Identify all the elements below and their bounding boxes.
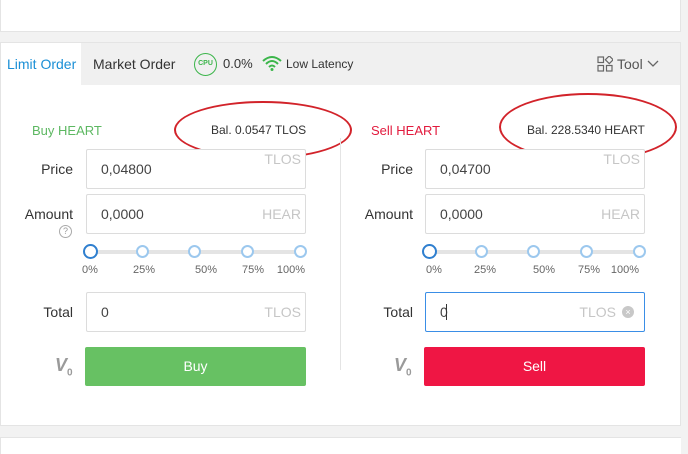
- buy-slider-mark-50[interactable]: [188, 245, 201, 258]
- sell-total-label: Total: [383, 304, 413, 320]
- vip-badge-letter: V: [55, 355, 68, 375]
- buy-amount-input[interactable]: 0,0000 HEAR: [86, 194, 306, 234]
- bottom-card: [0, 437, 681, 454]
- order-panel: Limit Order Market Order CPU 0.0% Low La…: [0, 42, 681, 426]
- cpu-icon: CPU: [194, 53, 217, 76]
- sell-slider-label: 25%: [473, 264, 497, 276]
- sell-button[interactable]: Sell: [424, 347, 645, 386]
- vip-badge-letter: V: [394, 355, 407, 375]
- sell-balance: Bal. 228.5340 HEART: [527, 123, 645, 137]
- sell-slider-mark-100[interactable]: [633, 245, 646, 258]
- buy-price-label: Price: [41, 161, 73, 177]
- buy-slider-handle[interactable]: [83, 244, 98, 259]
- buy-total-input[interactable]: 0 TLOS: [86, 292, 306, 332]
- side-divider: [340, 138, 341, 370]
- sell-amount-input[interactable]: 0,0000 HEAR: [425, 194, 645, 234]
- buy-slider-mark-25[interactable]: [136, 245, 149, 258]
- sell-amount-unit: HEAR: [601, 206, 640, 222]
- sell-slider-mark-75[interactable]: [580, 245, 593, 258]
- order-tab-bar: Limit Order Market Order CPU 0.0% Low La…: [1, 43, 680, 85]
- sell-price-unit: TLOS: [603, 151, 640, 167]
- buy-price-value: 0,04800: [101, 161, 152, 177]
- buy-slider-label: 25%: [132, 264, 156, 276]
- sell-price-input[interactable]: 0,04700 TLOS: [425, 149, 645, 189]
- buy-slider-mark-75[interactable]: [241, 245, 254, 258]
- sell-slider-label: 100%: [610, 264, 640, 276]
- buy-price-input[interactable]: 0,04800 TLOS: [86, 149, 306, 189]
- sell-amount-label: Amount: [364, 206, 413, 222]
- sell-amount-value: 0,0000: [440, 206, 483, 222]
- vip-level-icon: V0: [55, 355, 73, 379]
- sell-side-title: Sell HEART: [371, 123, 441, 138]
- buy-slider-label: 50%: [194, 264, 218, 276]
- buy-slider-label: 100%: [276, 264, 306, 276]
- sell-slider-handle[interactable]: [422, 244, 437, 259]
- vip-badge-level: 0: [406, 367, 412, 379]
- buy-amount-help-icon[interactable]: ?: [59, 225, 72, 238]
- vip-badge-level: 0: [67, 367, 73, 379]
- chevron-down-icon: [647, 60, 659, 67]
- clear-icon[interactable]: ×: [622, 306, 634, 318]
- buy-amount-slider[interactable]: 0% 25% 50% 75% 100%: [82, 244, 308, 276]
- buy-price-unit: TLOS: [264, 151, 301, 167]
- wifi-icon: [262, 56, 282, 71]
- buy-amount-value: 0,0000: [101, 206, 144, 222]
- buy-side-title: Buy HEART: [32, 123, 102, 138]
- sell-slider-mark-50[interactable]: [527, 245, 540, 258]
- tab-market-order[interactable]: Market Order: [93, 43, 175, 85]
- vip-level-icon: V0: [394, 355, 412, 379]
- tab-limit-order[interactable]: Limit Order: [1, 43, 81, 85]
- sell-price-value: 0,04700: [440, 161, 491, 177]
- tool-button[interactable]: Tool: [597, 55, 659, 73]
- buy-button[interactable]: Buy: [85, 347, 306, 386]
- tool-grid-icon: [597, 56, 613, 72]
- sell-slider-label: 0%: [426, 264, 442, 276]
- sell-slider-label: 75%: [577, 264, 601, 276]
- buy-amount-unit: HEAR: [262, 206, 301, 222]
- buy-slider-mark-100[interactable]: [294, 245, 307, 258]
- buy-balance: Bal. 0.0547 TLOS: [211, 123, 307, 137]
- buy-total-label: Total: [43, 304, 73, 320]
- buy-slider-label: 75%: [241, 264, 265, 276]
- sell-total-unit: TLOS: [579, 304, 616, 320]
- top-card: [0, 0, 681, 32]
- cpu-usage-value: 0.0%: [223, 56, 253, 71]
- buy-total-value: 0: [101, 304, 109, 320]
- sell-total-input[interactable]: 0 TLOS ×: [425, 292, 645, 332]
- sell-price-label: Price: [381, 161, 413, 177]
- buy-amount-label: Amount: [24, 206, 73, 222]
- text-cursor: [446, 304, 447, 320]
- sell-slider-mark-25[interactable]: [475, 245, 488, 258]
- buy-slider-label: 0%: [82, 264, 98, 276]
- sell-slider-label: 50%: [532, 264, 556, 276]
- tool-label: Tool: [617, 56, 643, 72]
- sell-amount-slider[interactable]: 0% 25% 50% 75% 100%: [422, 244, 647, 276]
- latency-status: Low Latency: [286, 57, 354, 71]
- buy-total-unit: TLOS: [264, 304, 301, 320]
